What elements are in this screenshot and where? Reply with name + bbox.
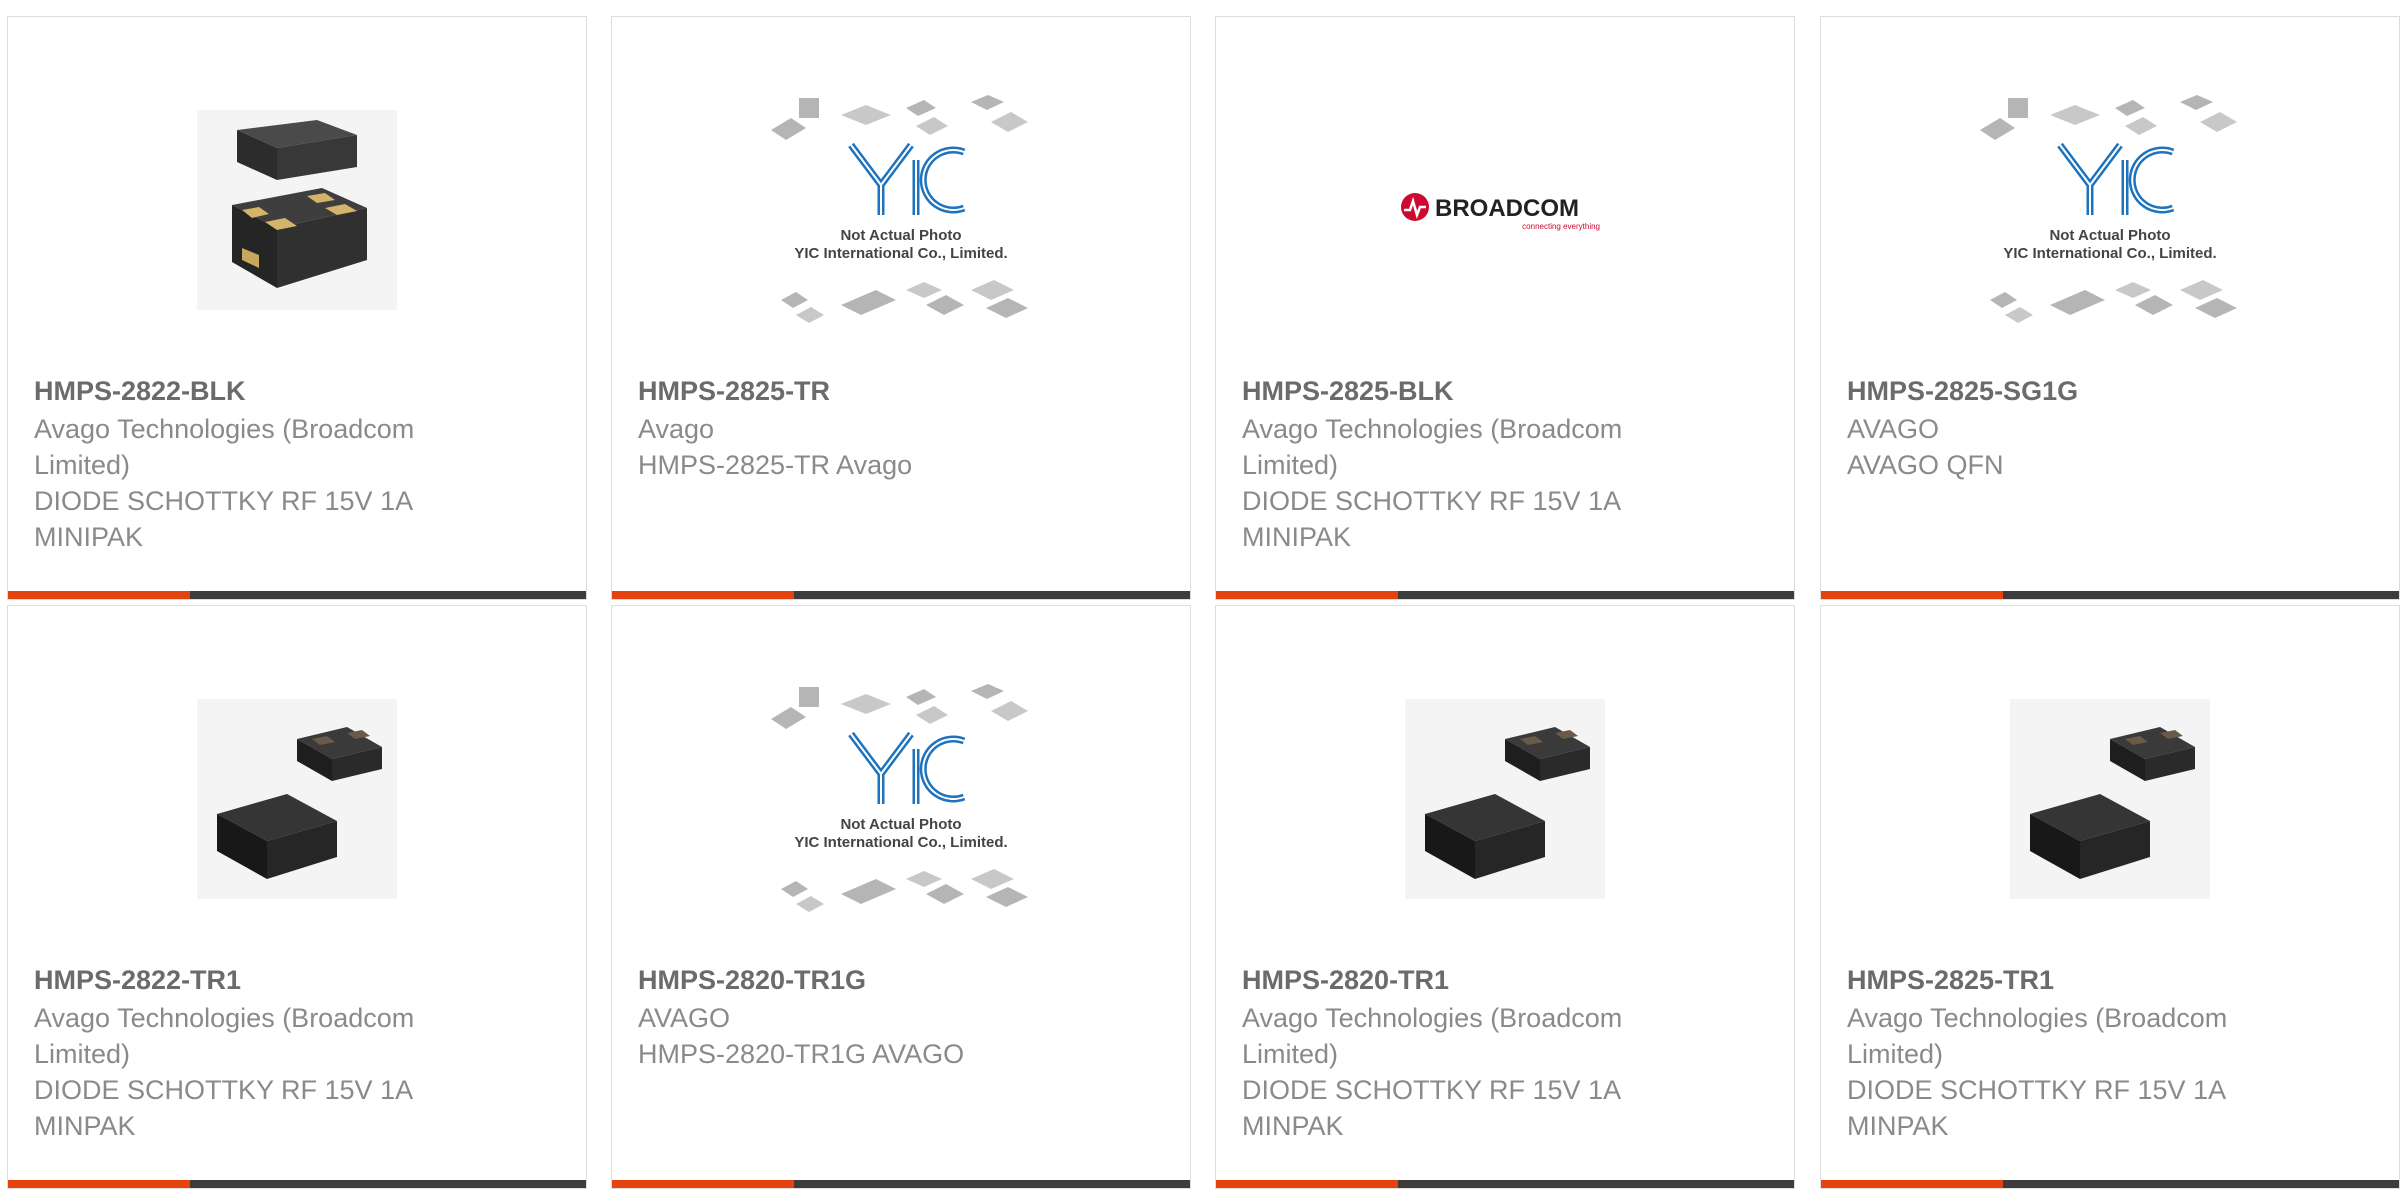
product-detail-line: AVAGO: [1847, 414, 1940, 444]
part-number-link[interactable]: HMPS-2825-SG1G: [1847, 373, 2317, 409]
yic-placeholder-image[interactable]: Not Actual Photo YIC International Co., L…: [1821, 95, 2399, 325]
broadcom-tagline: connecting everything: [1522, 222, 1600, 231]
product-detail-line: Limited): [1242, 450, 1339, 480]
product-detail-line: DIODE SCHOTTKY RF 15V 1A: [34, 1075, 414, 1105]
product-detail-line: Avago Technologies (Broadcom: [1242, 1003, 1623, 1033]
product-detail-line: Limited): [34, 450, 131, 480]
product-info: HMPS-2825-BLK Avago Technologies (Broadco…: [1242, 373, 1712, 555]
product-detail-line: AVAGO: [638, 1003, 731, 1033]
product-detail-line: MINPAK: [34, 1111, 136, 1141]
minipak-image[interactable]: [1216, 684, 1794, 914]
card-bottom-bar: [8, 591, 586, 599]
card-bottom-bar: [1216, 591, 1794, 599]
product-card[interactable]: BROADCOM connecting everything HMPS-2825-B…: [1215, 16, 1795, 600]
product-detail-line: Avago: [638, 414, 715, 444]
broadcom-wordmark: BROADCOM: [1435, 195, 1579, 222]
product-detail-line: Avago Technologies (Broadcom: [1242, 414, 1623, 444]
product-detail-line: MINPAK: [1847, 1111, 1949, 1141]
product-card[interactable]: HMPS-2822-TR1 Avago Technologies (Broadco…: [7, 605, 587, 1189]
part-number-link[interactable]: HMPS-2822-TR1: [34, 962, 504, 998]
product-info: HMPS-2825-TR1 Avago Technologies (Broadco…: [1847, 962, 2317, 1144]
product-detail-line: DIODE SCHOTTKY RF 15V 1A: [1242, 486, 1622, 516]
product-info: HMPS-2825-SG1G AVAGO AVAGO QFN: [1847, 373, 2317, 483]
product-info: HMPS-2822-TR1 Avago Technologies (Broadco…: [34, 962, 504, 1144]
product-detail-line: Avago Technologies (Broadcom: [34, 1003, 415, 1033]
part-number-link[interactable]: HMPS-2825-TR: [638, 373, 1108, 409]
card-bottom-bar: [612, 591, 1190, 599]
part-number-link[interactable]: HMPS-2820-TR1: [1242, 962, 1712, 998]
card-accent-bar: [612, 591, 794, 599]
product-detail-line: AVAGO QFN: [1847, 450, 2004, 480]
card-accent-bar: [8, 591, 190, 599]
product-card[interactable]: HMPS-2820-TR1 Avago Technologies (Broadco…: [1215, 605, 1795, 1189]
yic-placeholder-image[interactable]: Not Actual Photo YIC International Co., L…: [612, 95, 1190, 325]
card-accent-bar: [1216, 591, 1398, 599]
placeholder-caption: YIC International Co., Limited.: [794, 834, 1007, 851]
card-accent-bar: [1216, 1180, 1398, 1188]
yic-placeholder-image[interactable]: Not Actual Photo YIC International Co., L…: [612, 684, 1190, 914]
card-bottom-bar: [8, 1180, 586, 1188]
card-bottom-bar: [612, 1180, 1190, 1188]
product-detail-line: Avago Technologies (Broadcom: [34, 414, 415, 444]
card-accent-bar: [8, 1180, 190, 1188]
broadcom-logo[interactable]: BROADCOM connecting everything: [1216, 95, 1794, 325]
card-accent-bar: [1821, 591, 2003, 599]
placeholder-caption: Not Actual Photo: [840, 816, 961, 833]
product-card[interactable]: Not Actual Photo YIC International Co., L…: [611, 16, 1191, 600]
product-card[interactable]: Not Actual Photo YIC International Co., L…: [1820, 16, 2400, 600]
card-accent-bar: [612, 1180, 794, 1188]
placeholder-caption: YIC International Co., Limited.: [2003, 245, 2216, 262]
product-detail-line: MINIPAK: [1242, 522, 1352, 552]
card-accent-bar: [1821, 1180, 2003, 1188]
part-number-link[interactable]: HMPS-2820-TR1G: [638, 962, 1108, 998]
product-info: HMPS-2820-TR1 Avago Technologies (Broadco…: [1242, 962, 1712, 1144]
product-detail-line: Limited): [1242, 1039, 1339, 1069]
placeholder-caption: Not Actual Photo: [2049, 227, 2170, 244]
product-detail-line: Limited): [1847, 1039, 1944, 1069]
chip-package-image[interactable]: [8, 95, 586, 325]
product-detail-line: Limited): [34, 1039, 131, 1069]
product-detail-line: MINIPAK: [34, 522, 144, 552]
product-info: HMPS-2820-TR1G AVAGO HMPS-2820-TR1G AVAGO: [638, 962, 1108, 1072]
product-detail-line: Avago Technologies (Broadcom: [1847, 1003, 2228, 1033]
card-bottom-bar: [1821, 1180, 2399, 1188]
card-bottom-bar: [1821, 591, 2399, 599]
product-card[interactable]: Not Actual Photo YIC International Co., L…: [611, 605, 1191, 1189]
product-detail-line: MINPAK: [1242, 1111, 1344, 1141]
product-detail-line: HMPS-2825-TR Avago: [638, 450, 913, 480]
minipak-image[interactable]: [8, 684, 586, 914]
placeholder-caption: YIC International Co., Limited.: [794, 245, 1007, 262]
card-bottom-bar: [1216, 1180, 1794, 1188]
product-detail-line: DIODE SCHOTTKY RF 15V 1A: [1847, 1075, 2227, 1105]
product-card[interactable]: HMPS-2822-BLK Avago Technologies (Broadco…: [7, 16, 587, 600]
product-detail-line: DIODE SCHOTTKY RF 15V 1A: [1242, 1075, 1622, 1105]
product-card[interactable]: HMPS-2825-TR1 Avago Technologies (Broadco…: [1820, 605, 2400, 1189]
product-info: HMPS-2825-TR Avago HMPS-2825-TR Avago: [638, 373, 1108, 483]
part-number-link[interactable]: HMPS-2825-BLK: [1242, 373, 1712, 409]
part-number-link[interactable]: HMPS-2825-TR1: [1847, 962, 2317, 998]
product-detail-line: HMPS-2820-TR1G AVAGO: [638, 1039, 965, 1069]
placeholder-caption: Not Actual Photo: [840, 227, 961, 244]
product-info: HMPS-2822-BLK Avago Technologies (Broadco…: [34, 373, 504, 555]
minipak-image[interactable]: [1821, 684, 2399, 914]
part-number-link[interactable]: HMPS-2822-BLK: [34, 373, 504, 409]
product-detail-line: DIODE SCHOTTKY RF 15V 1A: [34, 486, 414, 516]
